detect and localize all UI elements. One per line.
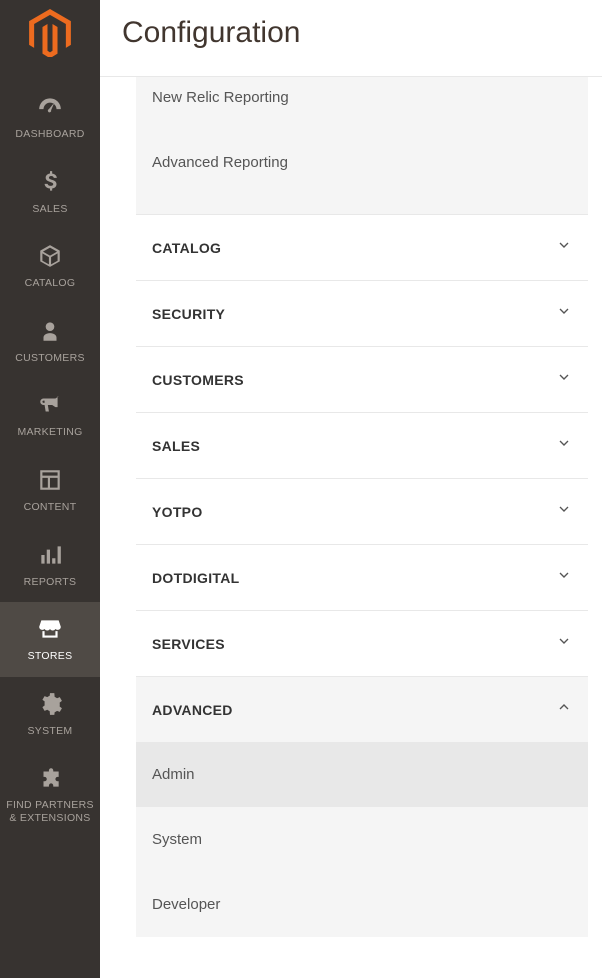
sidebar-item-label: STORES xyxy=(28,650,73,663)
page-title: Configuration xyxy=(122,16,580,50)
chevron-down-icon xyxy=(556,633,572,654)
section-security[interactable]: SECURITY xyxy=(136,280,588,347)
section-services[interactable]: SERVICES xyxy=(136,610,588,677)
magento-logo-icon xyxy=(29,9,71,57)
config-item-new-relic-reporting[interactable]: New Relic Reporting xyxy=(136,77,588,130)
config-item-system[interactable]: System xyxy=(136,807,588,872)
section-catalog[interactable]: CATALOG xyxy=(136,214,588,281)
sidebar-item-label: CUSTOMERS xyxy=(15,352,85,365)
gear-icon xyxy=(37,691,63,717)
chevron-down-icon xyxy=(556,237,572,258)
section-sales[interactable]: SALES xyxy=(136,412,588,479)
sidebar-item-sales[interactable]: SALES xyxy=(0,155,100,230)
magento-logo[interactable] xyxy=(29,12,71,54)
config-tree: New Relic Reporting Advanced Reporting C… xyxy=(100,77,602,937)
sidebar-item-stores[interactable]: STORES xyxy=(0,602,100,677)
chevron-up-icon xyxy=(556,699,572,720)
chevron-down-icon xyxy=(556,501,572,522)
person-icon xyxy=(37,318,63,344)
sidebar-item-customers[interactable]: CUSTOMERS xyxy=(0,304,100,379)
sidebar-item-label: CONTENT xyxy=(24,501,77,514)
admin-sidebar: DASHBOARD SALES CATALOG CUSTOMERS MARKET… xyxy=(0,0,100,978)
section-yotpo[interactable]: YOTPO xyxy=(136,478,588,545)
sidebar-item-label: FIND PARTNERS & EXTENSIONS xyxy=(4,799,96,824)
section-title: YOTPO xyxy=(152,504,203,520)
section-title: CUSTOMERS xyxy=(152,372,244,388)
section-title: DOTDIGITAL xyxy=(152,570,240,586)
section-title: SALES xyxy=(152,438,200,454)
box-icon xyxy=(37,243,63,269)
layout-icon xyxy=(37,467,63,493)
chevron-down-icon xyxy=(556,303,572,324)
dollar-icon xyxy=(37,169,63,195)
sidebar-item-reports[interactable]: REPORTS xyxy=(0,528,100,603)
section-title: SECURITY xyxy=(152,306,225,322)
sidebar-item-catalog[interactable]: CATALOG xyxy=(0,229,100,304)
storefront-icon xyxy=(37,616,63,642)
sidebar-item-dashboard[interactable]: DASHBOARD xyxy=(0,80,100,155)
sidebar-item-marketing[interactable]: MARKETING xyxy=(0,378,100,453)
config-item-advanced-reporting[interactable]: Advanced Reporting xyxy=(136,130,588,195)
config-item-admin[interactable]: Admin xyxy=(136,742,588,807)
chevron-down-icon xyxy=(556,567,572,588)
section-title: ADVANCED xyxy=(152,702,233,718)
section-dotdigital[interactable]: DOTDIGITAL xyxy=(136,544,588,611)
sidebar-item-label: CATALOG xyxy=(25,277,76,290)
megaphone-icon xyxy=(37,392,63,418)
section-title: CATALOG xyxy=(152,240,221,256)
section-title: SERVICES xyxy=(152,636,225,652)
page-header: Configuration xyxy=(100,0,602,77)
main-panel: Configuration New Relic Reporting Advanc… xyxy=(100,0,602,978)
sidebar-item-label: SALES xyxy=(32,203,67,216)
puzzle-icon xyxy=(37,765,63,791)
sidebar-item-label: DASHBOARD xyxy=(15,128,84,141)
section-advanced[interactable]: ADVANCED xyxy=(136,676,588,742)
sidebar-item-label: MARKETING xyxy=(17,426,82,439)
sidebar-item-content[interactable]: CONTENT xyxy=(0,453,100,528)
sidebar-item-label: REPORTS xyxy=(24,576,77,589)
sidebar-item-label: SYSTEM xyxy=(28,725,73,738)
chevron-down-icon xyxy=(556,369,572,390)
section-customers[interactable]: CUSTOMERS xyxy=(136,346,588,413)
gauge-icon xyxy=(37,94,63,120)
config-item-developer[interactable]: Developer xyxy=(136,872,588,937)
section-advanced-items: Admin System Developer xyxy=(136,742,588,937)
sidebar-item-system[interactable]: SYSTEM xyxy=(0,677,100,752)
chevron-down-icon xyxy=(556,435,572,456)
bar-chart-icon xyxy=(37,542,63,568)
sidebar-item-partners[interactable]: FIND PARTNERS & EXTENSIONS xyxy=(0,751,100,838)
